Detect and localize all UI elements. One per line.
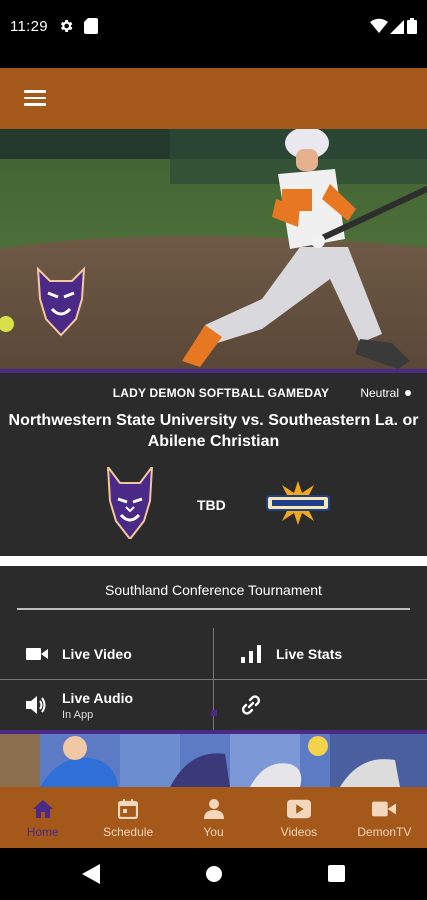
nav-you-label: You (203, 825, 224, 839)
person-icon (202, 797, 226, 821)
nav-demontv[interactable]: DemonTV (342, 787, 427, 848)
nav-demontv-label: DemonTV (357, 825, 412, 839)
nav-schedule-label: Schedule (103, 825, 154, 839)
nav-videos[interactable]: Videos (256, 787, 341, 848)
photo-strip[interactable] (0, 734, 427, 787)
game-title: Northwestern State University vs. Southe… (8, 412, 419, 450)
wifi-icon (370, 18, 388, 39)
panel-title: Southland Conference Tournament (105, 582, 322, 598)
cell-signal-icon (390, 18, 404, 39)
live-video-link[interactable]: Live Video (26, 629, 132, 679)
live-video-label: Live Video (62, 646, 132, 662)
app-bar (0, 68, 427, 129)
external-link[interactable] (240, 680, 276, 730)
video-camera-icon (26, 643, 48, 665)
app-screen: 11:29 LADY DEMON SOFTBALL GAMEDAY Neutra… (0, 0, 427, 900)
live-audio-link[interactable]: Live Audio In App (26, 680, 133, 730)
site-indicator: Neutral (360, 386, 411, 400)
site-dot-icon (405, 390, 411, 396)
calendar-icon (116, 797, 140, 821)
recents-icon[interactable] (328, 865, 345, 887)
link-icon (240, 694, 262, 716)
away-conference-logo (262, 481, 334, 525)
status-time: 11:29 (10, 18, 48, 35)
bottom-navigation: Home Schedule You Videos DemonTV (0, 787, 427, 848)
nav-home-label: Home (26, 825, 59, 839)
live-audio-sublabel: In App (62, 708, 94, 721)
hamburger-menu-icon[interactable] (24, 90, 46, 106)
video-camera-icon (372, 797, 397, 821)
section-gap (0, 556, 427, 566)
home-icon (31, 797, 55, 821)
nav-schedule[interactable]: Schedule (85, 787, 170, 848)
panel-accent-dot (211, 710, 217, 716)
live-audio-label: Live Audio (62, 689, 134, 706)
game-result: TBD (197, 497, 226, 513)
status-bar: 11:29 (0, 0, 427, 68)
battery-icon (407, 18, 417, 39)
nav-home[interactable]: Home (0, 787, 85, 848)
speaker-icon (26, 694, 48, 716)
panel-title-rule (17, 608, 410, 610)
nav-videos-label: Videos (280, 825, 318, 839)
home-circle-icon[interactable] (205, 865, 223, 888)
live-stats-label: Live Stats (276, 646, 343, 662)
bar-chart-icon (240, 643, 262, 665)
game-card[interactable]: LADY DEMON SOFTBALL GAMEDAY Neutral Nort… (0, 373, 427, 556)
live-stats-link[interactable]: Live Stats (240, 629, 342, 679)
tournament-links-panel: Southland Conference Tournament Live Vid… (0, 566, 427, 730)
system-navigation-bar (0, 848, 427, 900)
hero-image (0, 129, 427, 370)
play-icon (286, 797, 311, 821)
site-label: Neutral (360, 386, 399, 400)
sd-card-icon (84, 18, 98, 39)
live-audio-text: Live Audio In App (62, 690, 133, 721)
settings-gear-icon (58, 18, 74, 39)
home-team-logo (106, 463, 154, 541)
nav-you[interactable]: You (171, 787, 256, 848)
back-icon[interactable] (82, 864, 100, 889)
